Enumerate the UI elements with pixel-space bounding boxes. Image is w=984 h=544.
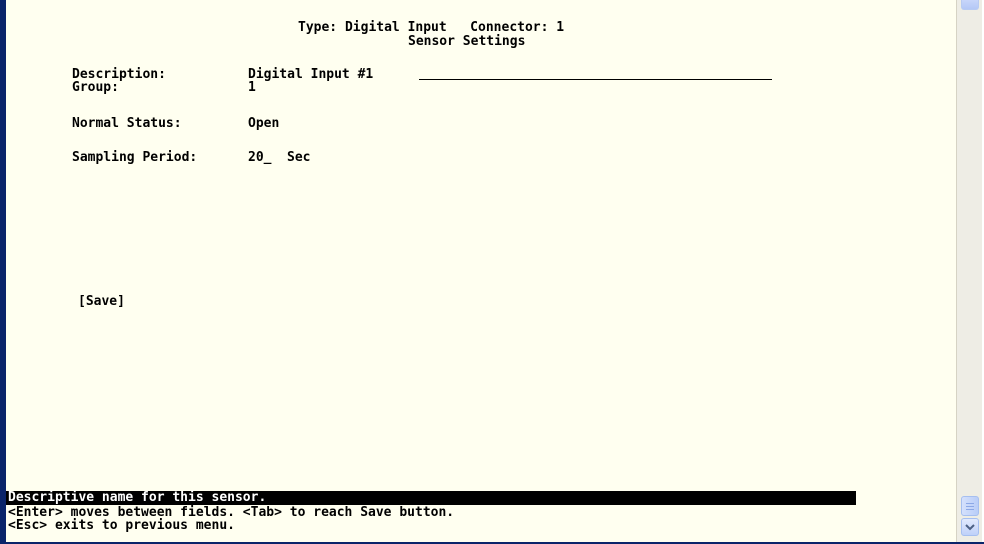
scrollbar-thumb[interactable] xyxy=(961,496,979,516)
normal-status-label: Normal Status: xyxy=(72,116,182,131)
page-title: Sensor Settings xyxy=(408,34,526,49)
sampling-period-label: Sampling Period: xyxy=(72,150,198,165)
grip-line xyxy=(966,506,974,507)
group-label: Group: xyxy=(72,80,119,95)
type-connector-line: Type: Digital Input Connector: 1 xyxy=(298,20,565,35)
terminal-window: Type: Digital Input Connector: 1 Sensor … xyxy=(0,0,984,544)
help-line-escape: <Esc> exits to previous menu. xyxy=(8,518,235,533)
description-field[interactable]: Digital Input #1 xyxy=(248,68,373,81)
scroll-down-button[interactable] xyxy=(961,518,979,536)
description-field-underline xyxy=(419,79,772,80)
grip-line xyxy=(966,509,974,510)
grip-line xyxy=(966,503,974,504)
scrollbar-top-edge xyxy=(961,0,979,10)
sampling-period-unit: Sec xyxy=(287,150,311,165)
save-button[interactable]: [Save] xyxy=(78,295,125,308)
group-value: 1 xyxy=(248,80,256,95)
terminal-screen[interactable]: Type: Digital Input Connector: 1 Sensor … xyxy=(6,0,956,542)
chevron-down-icon xyxy=(965,524,975,531)
field-hint-text: Descriptive name for this sensor. xyxy=(8,490,267,505)
sampling-period-field[interactable]: 20_ xyxy=(248,151,271,164)
normal-status-field[interactable]: Open xyxy=(248,117,279,130)
vertical-scrollbar[interactable] xyxy=(956,0,982,542)
field-hint-bar: Descriptive name for this sensor. xyxy=(6,491,856,505)
